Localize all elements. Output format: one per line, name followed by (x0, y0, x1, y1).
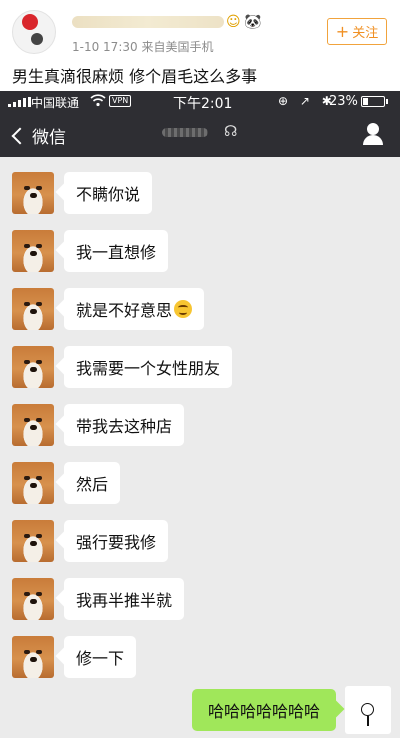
outgoing-message-bubble[interactable]: 哈哈哈哈哈哈哈 (192, 689, 336, 731)
battery-percentage: 23% (329, 94, 358, 109)
shiba-avatar[interactable] (12, 172, 54, 214)
message-text: 我一直想修 (76, 243, 157, 262)
avatar-decoration (22, 14, 38, 30)
carrier-name: 中国联通 (31, 96, 80, 110)
blurred-contact-name (162, 128, 208, 137)
my-avatar[interactable] (345, 686, 391, 734)
avatar-decoration (31, 33, 43, 45)
shiba-avatar[interactable] (12, 578, 54, 620)
message-text: 修一下 (76, 649, 125, 668)
panda-emoji-icon: 🐼 (244, 14, 262, 30)
plus-icon: + (335, 21, 350, 41)
status-time: 下午2:01 (173, 96, 233, 112)
shiba-avatar[interactable] (12, 462, 54, 504)
stick-figure-icon (361, 703, 374, 716)
signal-strength-icon (8, 97, 31, 107)
incoming-message-bubble[interactable]: 我需要一个女性朋友 (64, 346, 233, 388)
wechat-nav-bar: 微信 ☊ (0, 111, 400, 157)
smiling-face-emoji-icon (174, 300, 193, 318)
follow-button[interactable]: + 关注 (327, 18, 387, 45)
incoming-message-bubble[interactable]: 修一下 (64, 636, 137, 678)
chat-title-blurred: ☊ (162, 122, 242, 143)
message-text: 然后 (76, 475, 109, 494)
stick-figure-body (367, 716, 369, 726)
status-icons: ⊕ ↗ ✱ (278, 94, 336, 108)
incoming-message-bubble[interactable]: 我一直想修 (64, 230, 169, 272)
message-text: 带我去这种店 (76, 417, 173, 436)
incoming-message-bubble[interactable]: 我再半推半就 (64, 578, 185, 620)
incoming-message-bubble[interactable]: 就是不好意思 (64, 288, 205, 330)
shiba-avatar[interactable] (12, 230, 54, 272)
incoming-message-bubble[interactable]: 不瞒你说 (64, 172, 153, 214)
message-text: 就是不好意思 (76, 301, 173, 320)
shiba-avatar[interactable] (12, 636, 54, 678)
chat-area[interactable]: 不瞒你说 我一直想修 就是不好意思 我需要一个女性朋友 带我去这种店 然后 强行… (0, 157, 400, 738)
ear-icon: ☊ (224, 122, 238, 140)
wifi-icon (90, 93, 106, 110)
chevron-left-icon (11, 127, 29, 144)
back-button[interactable]: 微信 (10, 123, 66, 148)
battery-tip (386, 99, 388, 104)
shiba-avatar[interactable] (12, 346, 54, 388)
follow-label: 关注 (352, 26, 379, 41)
incoming-message-bubble[interactable]: 强行要我修 (64, 520, 169, 562)
incoming-message-bubble[interactable]: 然后 (64, 462, 121, 504)
incoming-message-bubble[interactable]: 带我去这种店 (64, 404, 185, 446)
message-text: 不瞒你说 (76, 185, 141, 204)
post-meta: 1-10 17:30 来自美国手机 (72, 40, 214, 54)
weibo-post-header: ☺ 🐼 1-10 17:30 来自美国手机 + 关注 男生真滴很麻烦 修个眉毛这… (0, 0, 400, 91)
weibo-avatar[interactable] (12, 10, 56, 54)
message-text: 我再半推半就 (76, 591, 173, 610)
message-text: 强行要我修 (76, 533, 157, 552)
smile-emoji-icon: ☺ (226, 14, 241, 30)
message-text: 我需要一个女性朋友 (76, 359, 221, 378)
shiba-avatar[interactable] (12, 520, 54, 562)
vpn-badge: VPN (109, 95, 132, 107)
battery-icon (361, 96, 385, 107)
message-text: 哈哈哈哈哈哈哈 (207, 702, 320, 721)
phone-status-bar: 中国联通 VPN 下午2:01 ⊕ ↗ ✱ 23% (0, 91, 400, 112)
shiba-avatar[interactable] (12, 288, 54, 330)
blurred-username[interactable] (72, 16, 224, 28)
post-text: 男生真滴很麻烦 修个眉毛这么多事 (12, 67, 258, 86)
chat-info-person-icon[interactable] (362, 123, 384, 145)
back-label: 微信 (32, 128, 66, 148)
shiba-avatar[interactable] (12, 404, 54, 446)
